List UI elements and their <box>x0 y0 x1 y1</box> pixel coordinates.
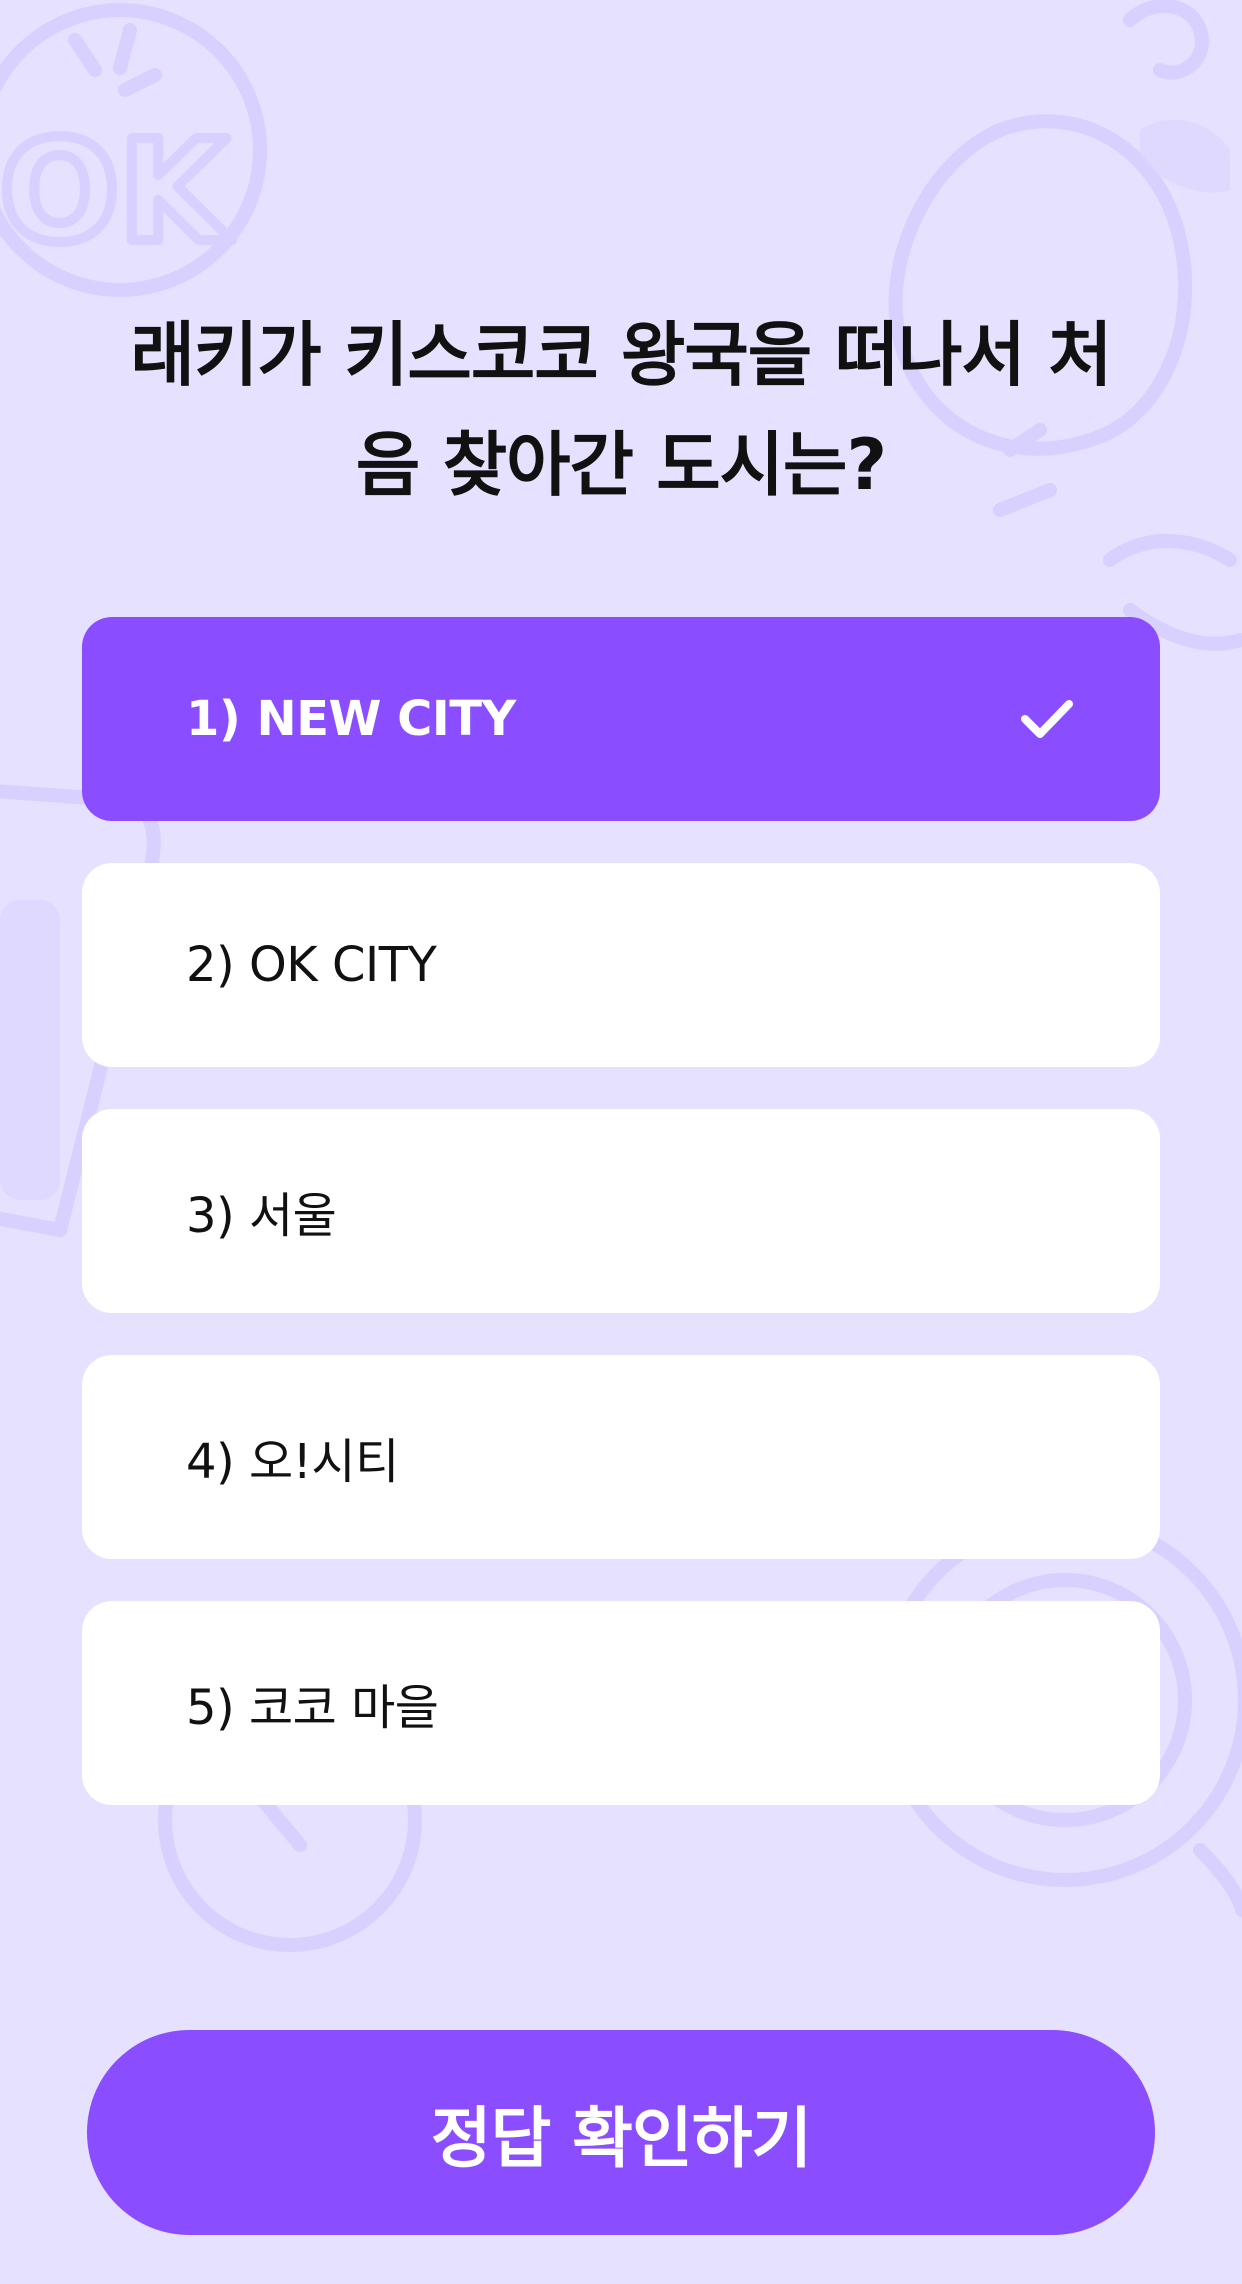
option-label: 5) 코코 마을 <box>186 1680 439 1736</box>
option-label: 1) NEW CITY <box>186 691 516 747</box>
option-label: 4) 오!시티 <box>186 1434 399 1490</box>
option-5[interactable]: 5) 코코 마을 <box>82 1601 1160 1805</box>
quiz-question: 래키가 키스코코 왕국을 떠나서 처 음 찾아간 도시는? <box>70 300 1172 520</box>
confirm-answer-button[interactable]: 정답 확인하기 <box>87 2030 1155 2235</box>
option-1[interactable]: 1) NEW CITY <box>82 617 1160 821</box>
option-2[interactable]: 2) OK CITY <box>82 863 1160 1067</box>
question-line-2: 음 찾아간 도시는? <box>355 424 887 506</box>
answer-options: 1) NEW CITY 2) OK CITY 3) 서울 4) 오!시티 5) … <box>82 617 1160 1847</box>
svg-text:OK: OK <box>0 111 232 274</box>
option-label: 2) OK CITY <box>186 937 437 993</box>
option-3[interactable]: 3) 서울 <box>82 1109 1160 1313</box>
question-line-1: 래키가 키스코코 왕국을 떠나서 처 <box>130 314 1112 396</box>
check-icon <box>1021 700 1073 738</box>
option-label: 3) 서울 <box>186 1188 337 1244</box>
option-4[interactable]: 4) 오!시티 <box>82 1355 1160 1559</box>
